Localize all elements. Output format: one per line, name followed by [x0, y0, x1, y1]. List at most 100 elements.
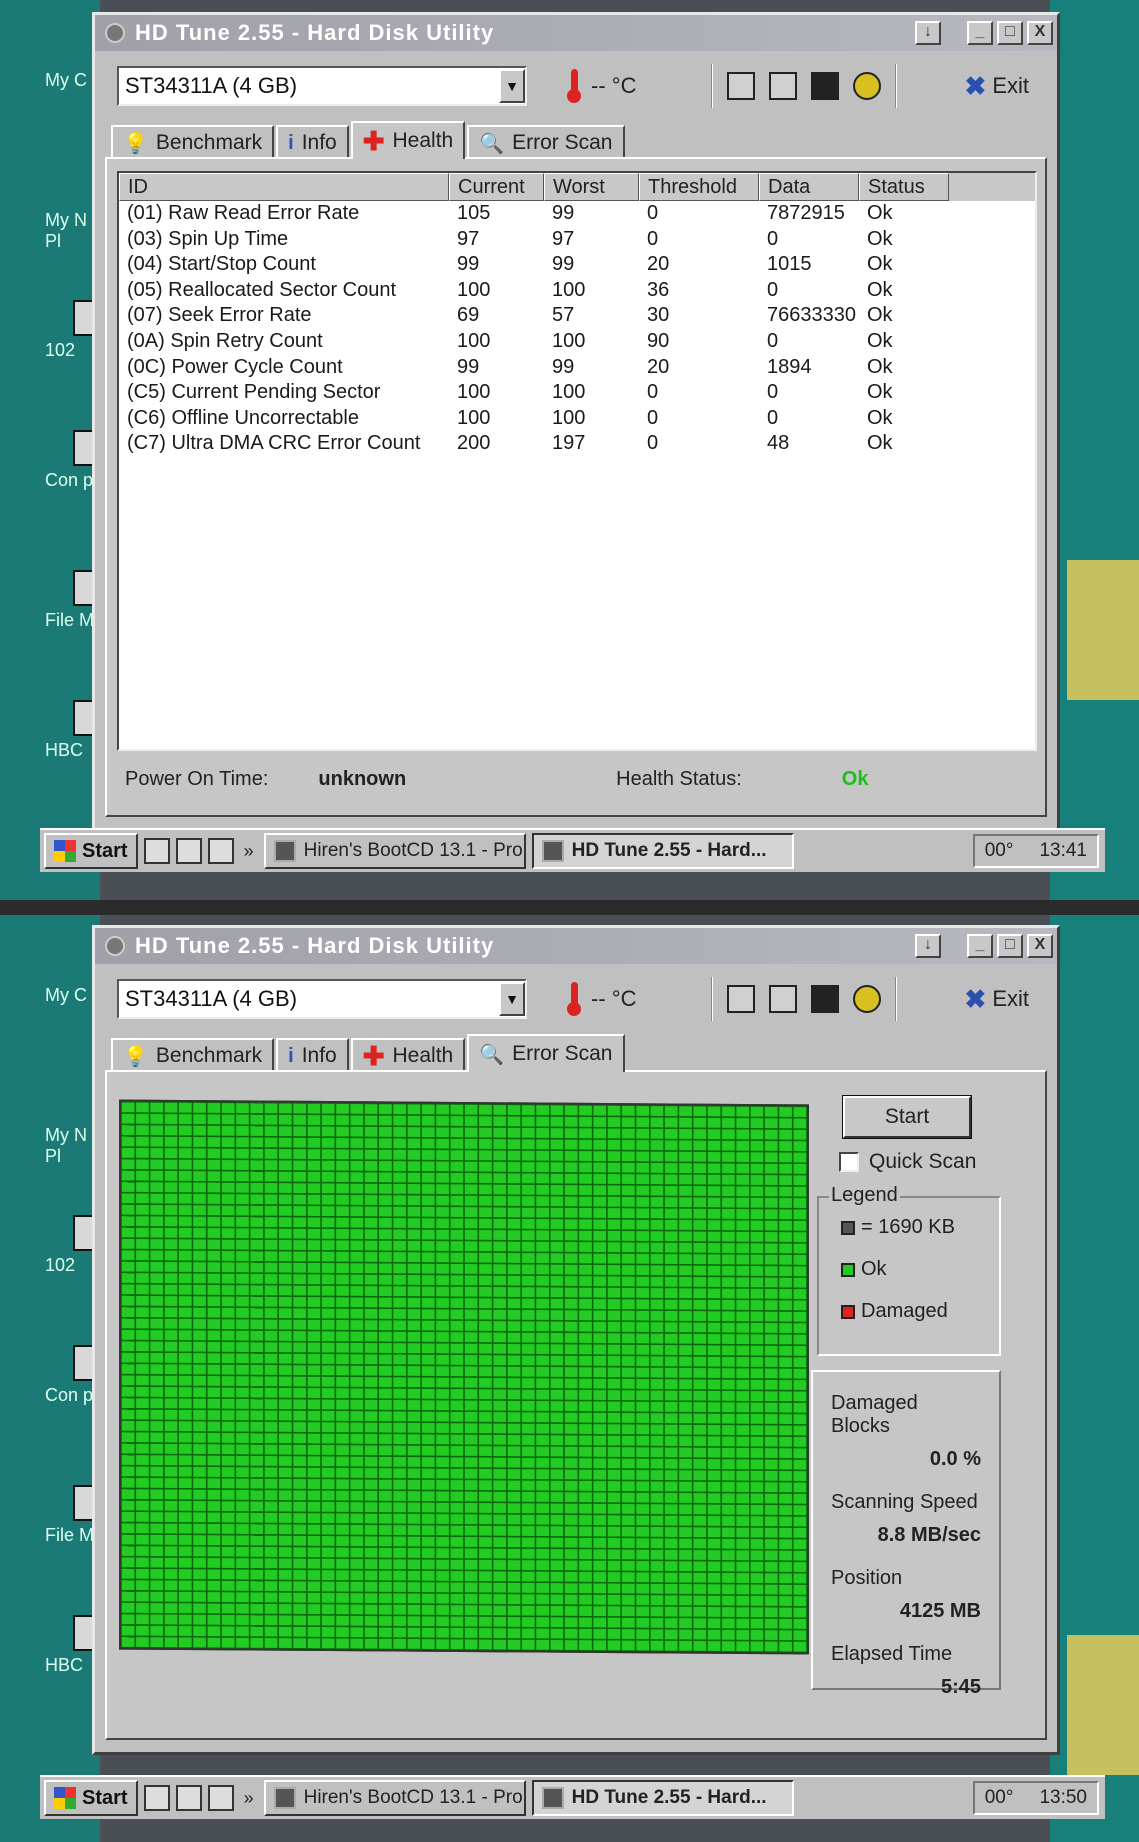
scan-block — [593, 1117, 607, 1127]
chevron-down-icon[interactable]: ▼ — [499, 69, 525, 103]
scan-block — [279, 1501, 292, 1512]
minimize-button[interactable]: _ — [967, 21, 993, 45]
scan-block — [379, 1138, 392, 1149]
tab-info[interactable]: i Info — [276, 1038, 349, 1072]
scan-block — [493, 1605, 507, 1616]
download-button[interactable]: ↓ — [915, 934, 941, 958]
scan-block — [450, 1354, 464, 1365]
tray-temperature[interactable]: 00° — [985, 1787, 1014, 1809]
quicklaunch-edit-icon[interactable] — [175, 1785, 202, 1811]
tab-info[interactable]: i Info — [276, 125, 349, 159]
copy-text-icon[interactable] — [727, 985, 755, 1013]
cell-worst-value: 97 — [552, 227, 575, 250]
table-row[interactable]: (C7) Ultra DMA CRC Error Count 200 197 0 48 O… — [119, 431, 1035, 457]
column-header-id[interactable]: ID — [119, 173, 449, 201]
scan-block — [521, 1605, 535, 1616]
maximize-button[interactable]: □ — [997, 21, 1023, 45]
scan-block — [521, 1560, 535, 1571]
quick-scan-option[interactable]: Quick Scan — [839, 1150, 976, 1174]
taskbar-item-hirens[interactable]: Hiren's BootCD 13.1 - Pro... — [263, 1780, 526, 1816]
tab-benchmark[interactable]: 💡 Benchmark — [111, 125, 275, 159]
column-header-data[interactable]: Data — [759, 173, 859, 201]
copy-screenshot-icon[interactable] — [769, 985, 797, 1013]
quicklaunch-console-icon[interactable] — [207, 1785, 234, 1811]
scan-block — [707, 1208, 721, 1219]
tab-health[interactable]: ✚ Health — [350, 1038, 466, 1072]
clock[interactable]: 13:50 — [1039, 1787, 1087, 1809]
copy-screenshot-icon[interactable] — [769, 72, 797, 100]
scan-block — [264, 1547, 278, 1557]
save-screenshot-icon[interactable] — [811, 985, 839, 1013]
tray-temperature[interactable]: 00° — [985, 840, 1014, 862]
scan-block — [136, 1455, 149, 1466]
scan-block — [607, 1117, 621, 1128]
scan-block — [679, 1481, 692, 1492]
maximize-button[interactable]: □ — [997, 934, 1023, 958]
start-button[interactable]: Start — [44, 1780, 138, 1816]
quicklaunch-recycle-icon[interactable] — [143, 1785, 170, 1811]
column-header-threshold[interactable]: Threshold — [639, 173, 759, 201]
close-button[interactable]: X — [1027, 21, 1053, 45]
options-icon[interactable] — [853, 72, 881, 100]
tab-error-scan[interactable]: 🔍 Error Scan — [467, 125, 625, 159]
options-icon[interactable] — [853, 985, 881, 1013]
taskbar-item-hdtune[interactable]: HD Tune 2.55 - Hard... — [531, 833, 794, 869]
copy-text-icon[interactable] — [727, 72, 755, 100]
download-button[interactable]: ↓ — [915, 21, 941, 45]
scan-block — [164, 1114, 178, 1124]
taskbar-item-hdtune[interactable]: HD Tune 2.55 - Hard... — [531, 1780, 794, 1816]
chevron-right-icon[interactable]: » — [244, 1788, 254, 1809]
start-button[interactable]: Start — [44, 833, 138, 869]
minimize-button[interactable]: _ — [967, 934, 993, 958]
table-row[interactable]: (04) Start/Stop Count 99 99 20 1015 Ok — [119, 252, 1035, 278]
column-header-worst[interactable]: Worst — [544, 173, 639, 201]
column-header-status[interactable]: Status — [859, 173, 949, 201]
exit-button[interactable]: ✖ Exit — [965, 71, 1029, 102]
scan-block — [121, 1477, 135, 1488]
clock[interactable]: 13:41 — [1039, 840, 1087, 862]
tab-error-scan[interactable]: 🔍 Error Scan — [467, 1034, 625, 1072]
table-row[interactable]: (01) Raw Read Error Rate 105 99 0 7872915 Ok — [119, 201, 1035, 227]
chevron-down-icon[interactable]: ▼ — [499, 982, 525, 1016]
scan-block — [450, 1571, 464, 1581]
start-scan-button[interactable]: Start — [842, 1095, 972, 1139]
scan-block — [436, 1252, 449, 1263]
chevron-right-icon[interactable]: » — [244, 841, 254, 862]
save-screenshot-icon[interactable] — [811, 72, 839, 100]
scan-block — [421, 1286, 435, 1297]
quicklaunch-edit-icon[interactable] — [175, 838, 202, 864]
table-row[interactable]: (0C) Power Cycle Count 99 99 20 1894 Ok — [119, 355, 1035, 381]
scan-block — [136, 1227, 149, 1238]
table-row[interactable]: (C6) Offline Uncorrectable 100 100 0 0 Ok — [119, 406, 1035, 432]
scan-block — [364, 1627, 378, 1638]
tab-health[interactable]: ✚ Health — [350, 121, 466, 159]
scan-block — [336, 1513, 349, 1524]
drive-select[interactable]: ST34311A (4 GB) ▼ — [117, 66, 527, 106]
table-row[interactable]: (05) Reallocated Sector Count 100 100 36 0 Ok — [119, 278, 1035, 304]
drive-select[interactable]: ST34311A (4 GB) ▼ — [117, 979, 527, 1019]
table-row[interactable]: (0A) Spin Retry Count 100 100 90 0 Ok — [119, 329, 1035, 355]
scan-block — [293, 1569, 306, 1580]
scan-block — [707, 1311, 721, 1322]
taskbar-item-hirens[interactable]: Hiren's BootCD 13.1 - Pro... — [263, 833, 526, 869]
table-row[interactable]: (03) Spin Up Time 97 97 0 0 Ok — [119, 227, 1035, 253]
scan-block — [493, 1503, 507, 1513]
table-row[interactable]: (C5) Current Pending Sector 100 100 0 0 Ok — [119, 380, 1035, 406]
scan-block — [607, 1253, 621, 1264]
scan-block — [750, 1561, 764, 1572]
quicklaunch-recycle-icon[interactable] — [143, 838, 170, 864]
scan-block — [264, 1114, 278, 1125]
scan-block — [364, 1297, 378, 1308]
tab-benchmark[interactable]: 💡 Benchmark — [111, 1038, 275, 1072]
scan-block — [636, 1356, 649, 1367]
quick-scan-checkbox[interactable] — [839, 1152, 859, 1172]
scan-block — [379, 1104, 392, 1115]
table-row[interactable]: (07) Seek Error Rate 69 57 30 76633330 Ok — [119, 303, 1035, 329]
column-header-current[interactable]: Current — [449, 173, 544, 201]
scan-block — [707, 1106, 721, 1117]
close-button[interactable]: X — [1027, 934, 1053, 958]
scan-block — [364, 1365, 378, 1376]
cell-raw-data: 0 — [767, 406, 779, 429]
exit-button[interactable]: ✖ Exit — [965, 984, 1029, 1015]
quicklaunch-console-icon[interactable] — [207, 838, 234, 864]
